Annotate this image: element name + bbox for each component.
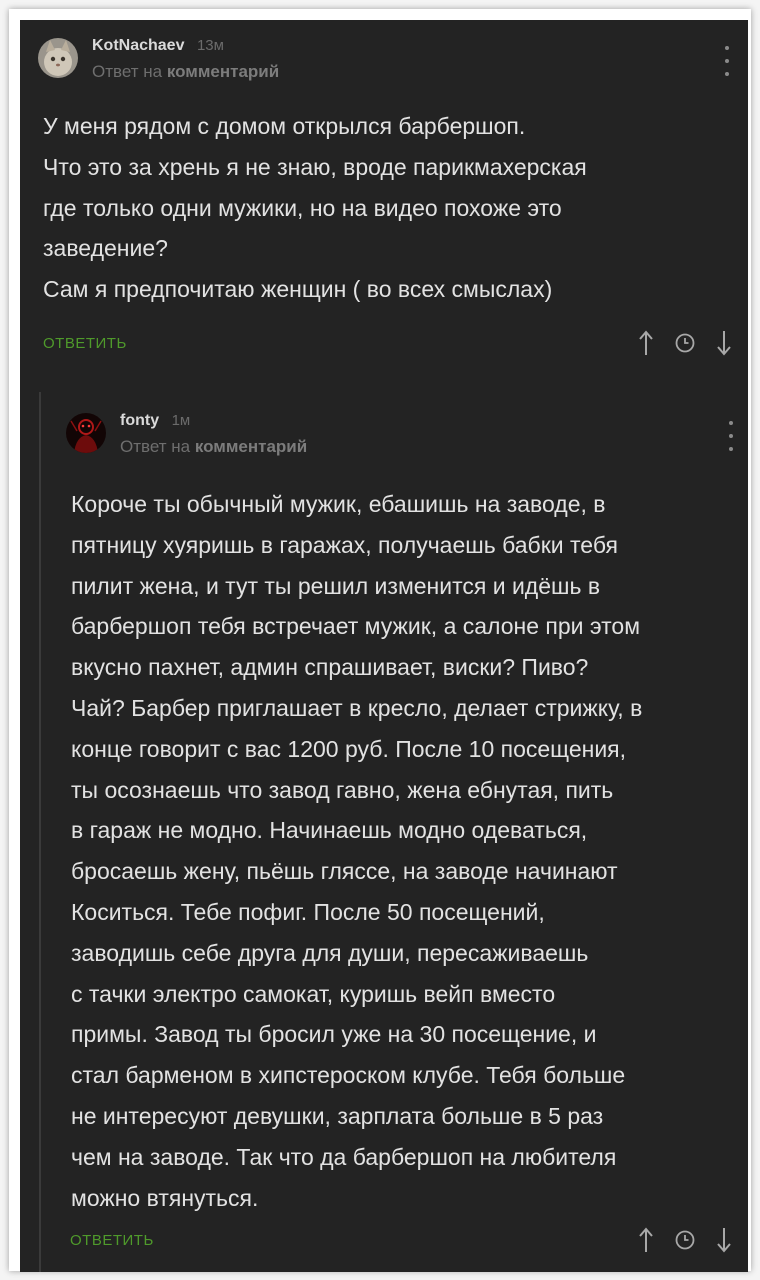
reply-info: Ответ на комментарий [92,63,279,80]
timestamp: 1м [171,412,191,429]
thread-line [39,392,41,1272]
avatar[interactable] [66,413,106,453]
reply-info: Ответ на комментарий [120,438,307,455]
reply-button[interactable]: ОТВЕТИТЬ [70,1232,154,1249]
username[interactable]: KotNachaev [92,37,184,54]
cat-avatar-icon [38,38,78,78]
reply-button[interactable]: ОТВЕТИТЬ [43,335,127,352]
reply-prefix: Ответ на [92,62,163,81]
arrow-down-icon[interactable] [716,329,732,357]
comment-body: Короче ты обычный мужик, ебашишь на заво… [71,491,643,1211]
arrow-up-icon[interactable] [638,329,654,357]
screenshot-frame: KotNachaev 13м Ответ на комментарий У ме… [9,9,751,1272]
arrow-up-icon[interactable] [638,1226,654,1254]
reply-target-link[interactable]: комментарий [167,62,279,81]
comment-header: fonty 1м Ответ на комментарий [66,413,307,455]
kebab-menu-icon[interactable] [726,421,736,451]
comment-meta: KotNachaev 13м Ответ на комментарий [92,37,279,81]
reply-prefix: Ответ на [120,437,191,456]
username[interactable]: fonty [120,412,159,429]
comment-header: KotNachaev 13м Ответ на комментарий [38,38,279,80]
comment-meta: fonty 1м Ответ на комментарий [120,412,307,456]
timestamp: 13м [196,37,224,54]
red-figure-avatar-icon [66,413,106,453]
comment-actions [638,329,732,357]
arrow-down-icon[interactable] [716,1226,732,1254]
comment-body: У меня рядом с домом открылся барбершоп.… [43,113,587,303]
clock-icon[interactable] [674,332,696,354]
avatar[interactable] [38,38,78,78]
comment-actions [638,1226,732,1254]
comments-screen: KotNachaev 13м Ответ на комментарий У ме… [20,20,748,1272]
clock-icon[interactable] [674,1229,696,1251]
kebab-menu-icon[interactable] [722,46,732,76]
reply-target-link[interactable]: комментарий [195,437,307,456]
